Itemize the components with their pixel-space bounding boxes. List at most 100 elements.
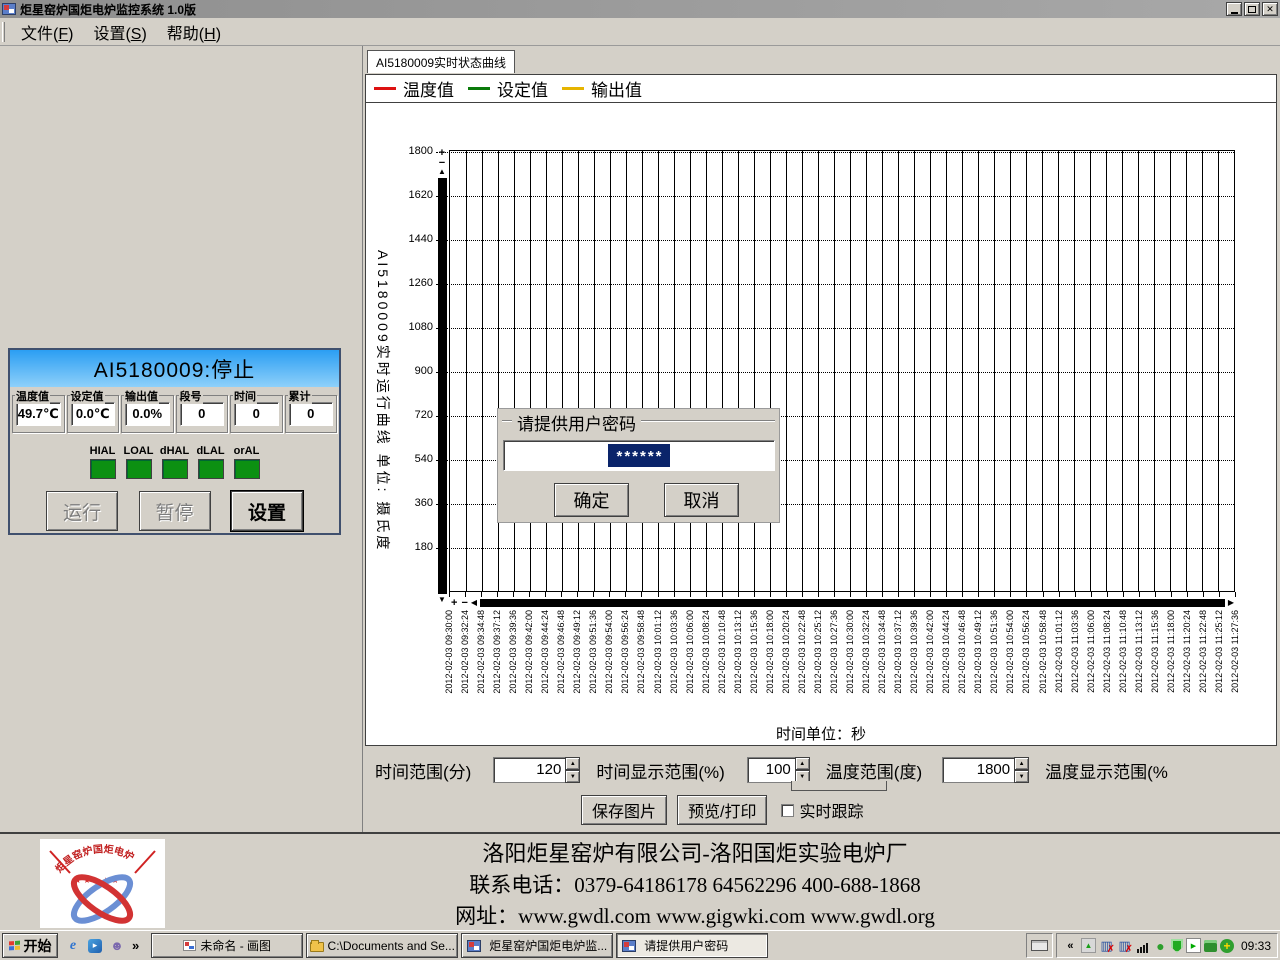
scroll-left-icon[interactable]: ◀	[470, 598, 478, 607]
setup-button[interactable]: 设置	[231, 491, 303, 531]
desktop: 炬星窑炉国炬电炉监控系统 1.0版 ✕ 文件(F) 设置(S) 帮助(H) AI51…	[0, 0, 1280, 960]
signal-bars-icon[interactable]	[1135, 938, 1150, 953]
y-zoom-scrollbar[interactable]: + − ▲ ▼	[435, 148, 449, 604]
v-gridline	[1202, 151, 1203, 591]
v-gridline	[466, 151, 467, 591]
app-icon	[467, 939, 482, 952]
x-tick-text: 2012-02-03 11:06:00	[1085, 610, 1096, 693]
network-disabled-icon[interactable]	[1099, 938, 1115, 955]
input-method-tray[interactable]	[1025, 933, 1053, 958]
x-tick-label: 2012-02-03 09:58:48	[634, 610, 648, 722]
update-icon[interactable]	[1219, 938, 1234, 953]
alarm-label: LOAL	[123, 445, 154, 457]
cancel-button[interactable]: 取消	[664, 483, 739, 517]
save-image-button[interactable]: 保存图片	[581, 795, 668, 825]
alarm-lamp	[89, 459, 116, 479]
y-axis-title: AI5180009实时运行曲线 单位: 摄氏度	[375, 250, 391, 553]
zoom-in-icon[interactable]: +	[449, 597, 459, 609]
temp-range-input[interactable]: 1800	[942, 757, 1015, 783]
x-tick-label: 2012-02-03 11:08:24	[1100, 610, 1114, 722]
x-tick-label: 2012-02-03 10:39:36	[907, 610, 921, 722]
v-gridline	[706, 151, 707, 591]
v-gridline	[1041, 151, 1043, 591]
preview-print-button[interactable]: 预览/打印	[677, 795, 768, 825]
x-tick-label: 2012-02-03 09:44:24	[538, 610, 552, 722]
menu-text: )	[141, 25, 147, 43]
chart-actions-row: 保存图片 预览/打印 实时跟踪	[581, 794, 863, 826]
h-scrollbar-thumb[interactable]	[480, 598, 1225, 607]
taskbar-task[interactable]: 炬星窑炉国炬电炉监...	[461, 933, 614, 958]
internet-explorer-icon[interactable]: e	[64, 937, 82, 955]
company-logo: 炬星窑炉国炬电炉 ★ ★ ★ ★ ★	[40, 839, 165, 928]
password-masked-value: ******	[608, 444, 670, 467]
x-tick-label: 2012-02-03 11:01:12	[1052, 610, 1066, 722]
messenger-icon[interactable]: ☻	[108, 937, 126, 955]
media-icon[interactable]	[1185, 938, 1201, 953]
wireless-disabled-icon[interactable]	[1117, 938, 1133, 955]
close-button[interactable]: ✕	[1262, 2, 1278, 16]
spin-down-icon[interactable]: ▼	[565, 770, 581, 783]
password-input[interactable]: ******	[503, 440, 775, 471]
task-label: 未命名 - 画图	[200, 939, 272, 953]
package-icon[interactable]	[1203, 939, 1217, 952]
h-gridline	[436, 328, 1234, 330]
x-tick-text: 2012-02-03 11:01:12	[1053, 610, 1064, 693]
temp-display-label: 温度显示范围(%	[1045, 762, 1168, 782]
window-title: 炬星窑炉国炬电炉监控系统 1.0版	[20, 2, 197, 17]
minimize-button[interactable]	[1226, 2, 1242, 16]
media-player-icon[interactable]: ▸	[86, 937, 104, 955]
collapse-chevron[interactable]	[1063, 938, 1078, 953]
alarm-lamp	[197, 459, 224, 479]
scroll-up-icon[interactable]: ▲	[438, 168, 446, 176]
x-tick-text: 2012-02-03 11:25:12	[1213, 610, 1224, 693]
taskbar-task[interactable]: C:\Documents and Se...	[306, 933, 459, 958]
v-gridline	[626, 151, 627, 591]
svg-text:炬星窑炉国炬电炉: 炬星窑炉国炬电炉	[52, 842, 136, 875]
field-group: 时间 0	[230, 388, 283, 433]
x-zoom-scrollbar[interactable]: + − ◀ ▶	[449, 597, 1235, 609]
x-tick-text: 2012-02-03 09:32:24	[460, 610, 471, 694]
x-tick-label: 2012-02-03 10:44:24	[939, 610, 953, 722]
quick-launch-overflow-chevron[interactable]: »	[130, 938, 141, 953]
time-display-input[interactable]: 100	[746, 757, 795, 783]
ok-button[interactable]: 确定	[554, 483, 629, 517]
spin-up-icon[interactable]: ▲	[794, 757, 810, 770]
pause-button[interactable]: 暂停	[138, 491, 211, 531]
v-gridline	[562, 151, 563, 591]
browser-icon[interactable]	[1153, 938, 1168, 953]
restore-icon	[1248, 5, 1256, 13]
menu-accesskey: F	[58, 25, 69, 43]
x-tick-label: 2012-02-03 10:18:00	[763, 610, 777, 722]
eject-icon[interactable]	[1080, 938, 1096, 953]
field-label: 段号	[178, 388, 203, 404]
menu-item[interactable]: 文件(F)	[11, 24, 83, 45]
taskbar-task[interactable]: 请提供用户密码	[616, 933, 769, 958]
time-range-spinner: 120 ▲ ▼	[493, 757, 581, 783]
field-group: 输出值 0.0%	[121, 388, 174, 433]
menu-item[interactable]: 帮助(H)	[157, 24, 231, 45]
taskbar-task[interactable]: 未命名 - 画图	[151, 933, 304, 958]
realtime-track-checkbox[interactable]	[781, 803, 795, 817]
scroll-down-icon[interactable]: ▼	[438, 596, 446, 604]
restore-button[interactable]	[1244, 2, 1260, 16]
legend-label: 输出值	[591, 81, 642, 100]
run-button[interactable]: 运行	[46, 491, 118, 531]
spin-down-icon[interactable]: ▼	[1014, 770, 1030, 783]
zoom-out-icon[interactable]: −	[459, 597, 469, 609]
spin-up-icon[interactable]: ▲	[565, 757, 581, 770]
shield-icon[interactable]	[1170, 938, 1183, 953]
spin-up-icon[interactable]: ▲	[1014, 757, 1030, 770]
x-tick-text: 2012-02-03 10:46:48	[957, 610, 968, 694]
v-gridline	[1026, 151, 1027, 591]
field-group: 设定值 0.0℃	[66, 388, 119, 433]
h-gridline	[436, 372, 1234, 374]
start-button[interactable]: 开始	[2, 933, 58, 958]
scroll-right-icon[interactable]: ▶	[1227, 598, 1235, 607]
tab-realtime-curve[interactable]: AI5180009实时状态曲线	[367, 50, 516, 73]
y-tick-label: 900	[414, 365, 433, 378]
x-tick-text: 2012-02-03 09:30:00	[444, 610, 454, 694]
minimize-icon	[1230, 11, 1238, 14]
time-range-input[interactable]: 120	[493, 757, 566, 783]
v-gridline	[1218, 151, 1219, 591]
menu-item[interactable]: 设置(S)	[83, 24, 156, 45]
